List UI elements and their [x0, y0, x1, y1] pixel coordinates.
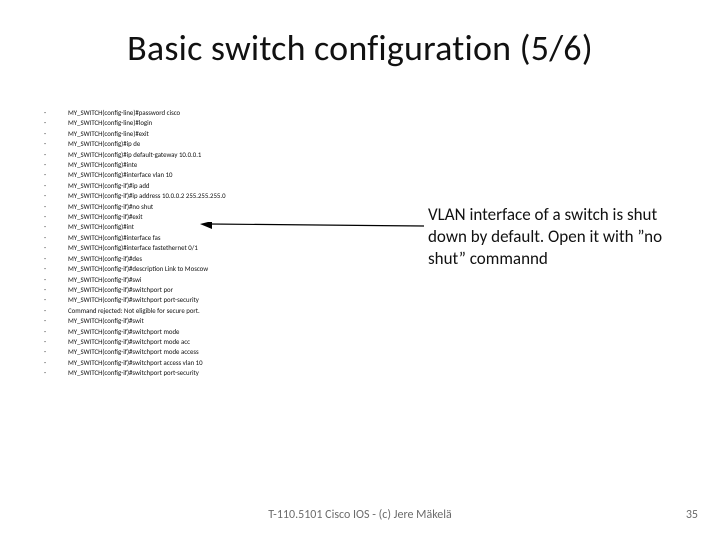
config-line: MY_SWITCH(config)#interface vlan 10: [44, 170, 364, 180]
config-line: MY_SWITCH(config)#interface fas: [44, 233, 364, 243]
config-line: MY_SWITCH(config-line)#login: [44, 118, 364, 128]
config-line: MY_SWITCH(config)#inte: [44, 160, 364, 170]
config-line: MY_SWITCH(config-if)#description Link to…: [44, 264, 364, 274]
config-line: MY_SWITCH(config-if)#des: [44, 254, 364, 264]
config-line: MY_SWITCH(config)#ip default-gateway 10.…: [44, 150, 364, 160]
config-line: MY_SWITCH(config-if)#ip address 10.0.0.2…: [44, 191, 364, 201]
annotation-text: VLAN interface of a switch is shut down …: [428, 204, 680, 270]
config-line: MY_SWITCH(config-if)#no shut: [44, 202, 364, 212]
slide: Basic switch configuration (5/6) MY_SWIT…: [0, 0, 720, 540]
config-line: MY_SWITCH(config-if)#switchport por: [44, 285, 364, 295]
footer-center: T-110.5101 Cisco IOS - (c) Jere Mäkelä: [0, 508, 720, 522]
config-line: MY_SWITCH(config-if)#swi: [44, 275, 364, 285]
config-line: MY_SWITCH(config-if)#switchport mode acc…: [44, 347, 364, 357]
config-line: MY_SWITCH(config)#int: [44, 222, 364, 232]
config-line: MY_SWITCH(config-if)#ip add: [44, 181, 364, 191]
slide-title: Basic switch configuration (5/6): [0, 26, 720, 70]
config-line: MY_SWITCH(config-if)#swit: [44, 316, 364, 326]
config-line: MY_SWITCH(config)#ip de: [44, 139, 364, 149]
config-line: MY_SWITCH(config)#interface fastethernet…: [44, 243, 364, 253]
config-line: MY_SWITCH(config-line)#exit: [44, 129, 364, 139]
config-list: MY_SWITCH(config-line)#password ciscoMY_…: [44, 108, 364, 379]
config-line: MY_SWITCH(config-if)#switchport port-sec…: [44, 295, 364, 305]
config-line: MY_SWITCH(config-if)#exit: [44, 212, 364, 222]
config-line: MY_SWITCH(config-if)#switchport port-sec…: [44, 368, 364, 378]
config-line: MY_SWITCH(config-if)#switchport mode: [44, 327, 364, 337]
config-line: MY_SWITCH(config-if)#switchport mode acc: [44, 337, 364, 347]
footer-page-number: 35: [686, 508, 698, 522]
config-line: MY_SWITCH(config-line)#password cisco: [44, 108, 364, 118]
config-line: Command rejected: Not eligible for secur…: [44, 306, 364, 316]
config-line: MY_SWITCH(config-if)#switchport access v…: [44, 358, 364, 368]
